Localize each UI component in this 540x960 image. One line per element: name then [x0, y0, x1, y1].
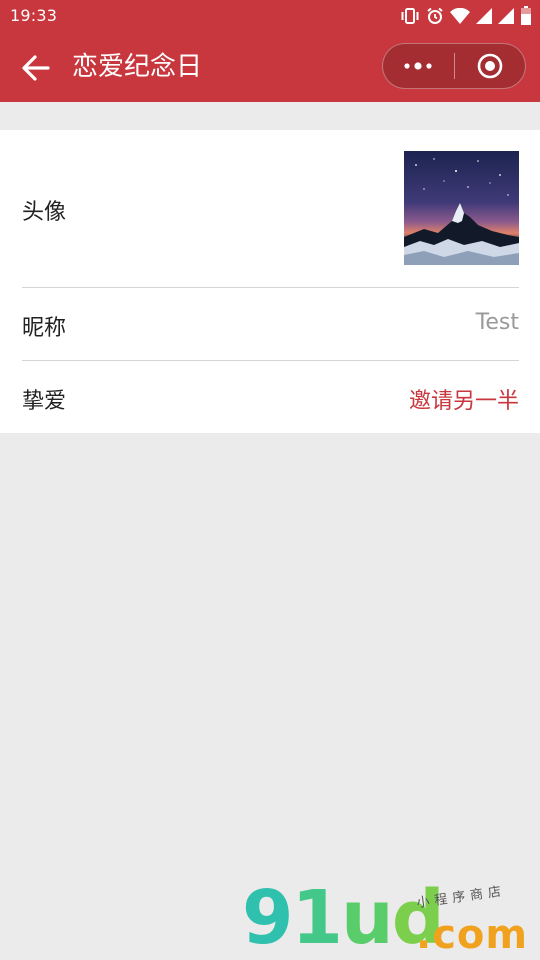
wifi-icon — [450, 7, 470, 28]
nickname-label: 昵称 — [22, 316, 67, 341]
mini-program-capsule — [382, 43, 526, 89]
nickname-row[interactable]: 昵称 Test — [0, 288, 540, 360]
nav-bar: 恋爱纪念日 — [0, 32, 540, 102]
nickname-value: Test — [475, 310, 519, 335]
back-arrow-icon[interactable] — [18, 50, 54, 86]
watermark-domain: .com — [416, 912, 529, 958]
close-button[interactable] — [455, 44, 526, 88]
header: 19:33 恋爱纪念日 — [0, 0, 540, 102]
status-icons — [400, 6, 532, 30]
target-circle-icon — [477, 53, 503, 79]
page-title: 恋爱纪念日 — [72, 52, 203, 82]
partner-label: 挚爱 — [22, 389, 67, 414]
more-dots-icon — [404, 62, 432, 70]
invite-partner-link[interactable]: 邀请另一半 — [409, 383, 519, 415]
more-button[interactable] — [383, 44, 454, 88]
app-screen: 19:33 恋爱纪念日 头像 昵称 Test 挚爱 邀请另一半 91ud 小程序… — [0, 0, 540, 960]
vibrate-icon — [400, 7, 420, 29]
avatar-row[interactable]: 头像 — [0, 130, 540, 287]
status-time: 19:33 — [10, 6, 58, 25]
signal-icon — [498, 8, 514, 28]
signal-icon — [476, 8, 492, 28]
alarm-icon — [426, 7, 444, 29]
avatar-image — [404, 151, 519, 265]
battery-icon — [520, 6, 532, 30]
status-bar: 19:33 — [0, 0, 540, 32]
profile-card: 头像 昵称 Test 挚爱 邀请另一半 — [0, 130, 540, 433]
partner-row[interactable]: 挚爱 邀请另一半 — [0, 361, 540, 433]
watermark: 91ud 小程序商店 .com — [240, 878, 540, 960]
avatar[interactable] — [404, 151, 519, 265]
watermark-brand: 91ud — [242, 875, 445, 960]
avatar-label: 头像 — [22, 200, 67, 225]
